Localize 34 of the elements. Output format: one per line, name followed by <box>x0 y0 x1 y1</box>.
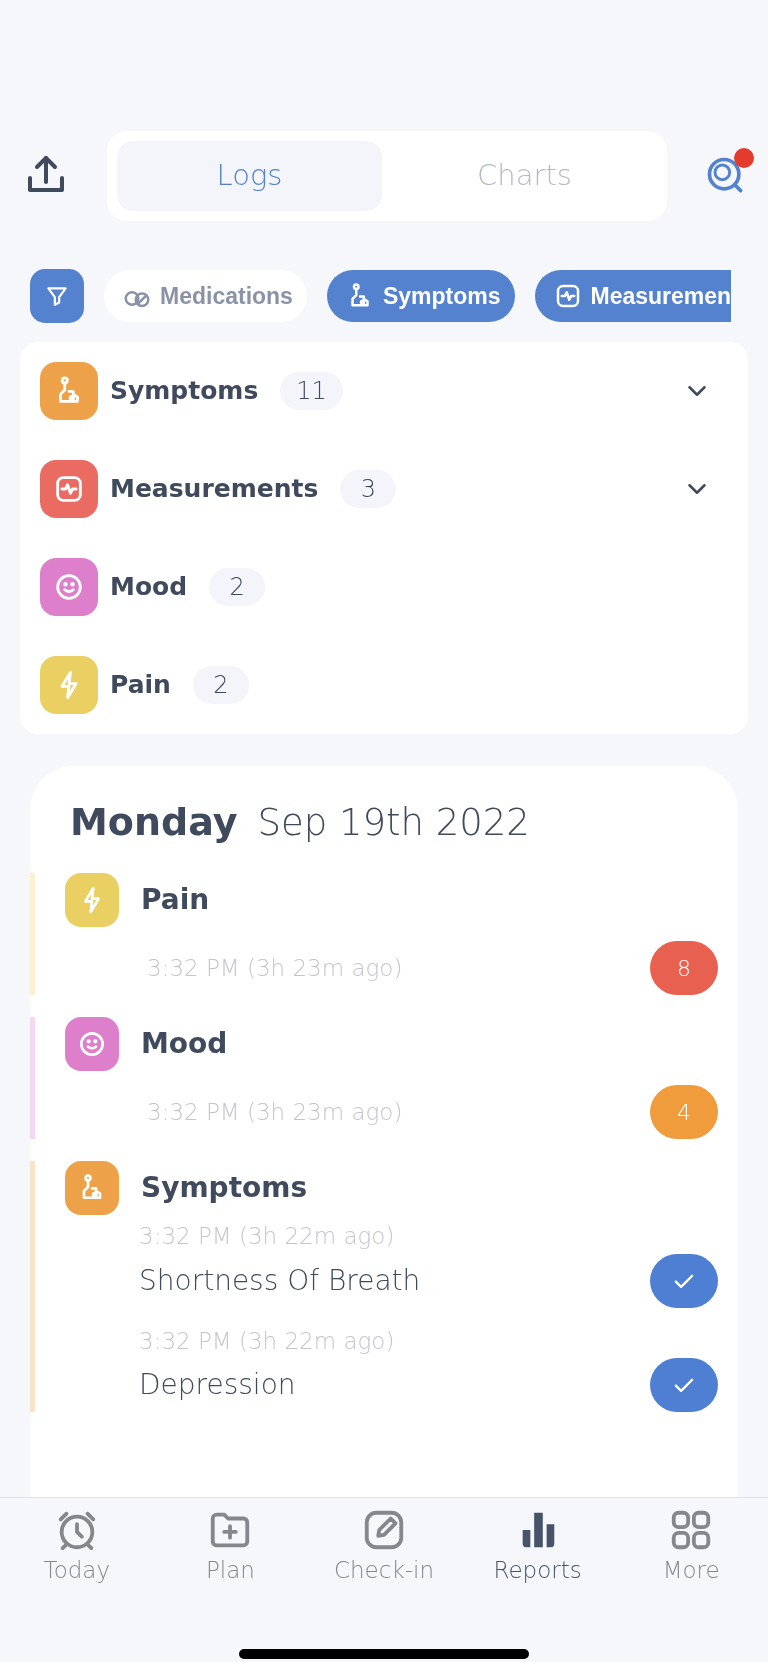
tab[interactable]: Charts <box>392 141 657 211</box>
symptom-name: Shortness Of Breath <box>139 1262 421 1299</box>
filter-button[interactable] <box>30 269 84 323</box>
check-badge[interactable] <box>650 1358 718 1412</box>
category-label: Symptoms <box>110 375 259 408</box>
entry-title: Pain <box>141 882 210 918</box>
entry-time: 3:32 PM (3h 22m ago) <box>139 1326 396 1356</box>
category-label: Measurements <box>110 473 319 506</box>
count-badge: 3 <box>340 470 397 508</box>
date-label: Sep 19th 2022 <box>257 800 530 846</box>
value-badge: 4 <box>650 1085 718 1139</box>
category-label: Mood <box>110 571 188 604</box>
nav-tab[interactable]: Reports <box>460 1506 615 1589</box>
entry-title: Symptoms <box>141 1170 308 1206</box>
value-badge: 8 <box>650 941 718 995</box>
category-label: Pain <box>110 669 171 702</box>
weekday-label: Monday <box>70 799 238 846</box>
count-badge: 2 <box>192 666 249 704</box>
filter-chip[interactable]: Symptoms <box>326 270 515 322</box>
entry-title: Mood <box>141 1026 228 1062</box>
count-badge: 11 <box>280 372 343 410</box>
nav-tab[interactable]: Today <box>0 1506 154 1589</box>
nav-tab[interactable]: More <box>614 1506 768 1589</box>
count-badge: 2 <box>209 568 266 606</box>
entry-time: 3:32 PM (3h 23m ago) <box>147 953 403 983</box>
filter-chip[interactable]: Measuremen <box>534 270 732 322</box>
symptom-name: Depression <box>139 1367 296 1403</box>
tab[interactable]: Logs <box>117 141 382 211</box>
entry-time: 3:32 PM (3h 22m ago) <box>139 1222 396 1251</box>
entry-time: 3:32 PM (3h 23m ago) <box>147 1097 403 1127</box>
nav-tab[interactable]: Check-in <box>307 1506 461 1589</box>
check-badge[interactable] <box>650 1253 718 1308</box>
filter-chip[interactable]: Medications <box>104 270 307 322</box>
nav-tab[interactable]: Plan <box>153 1506 308 1589</box>
